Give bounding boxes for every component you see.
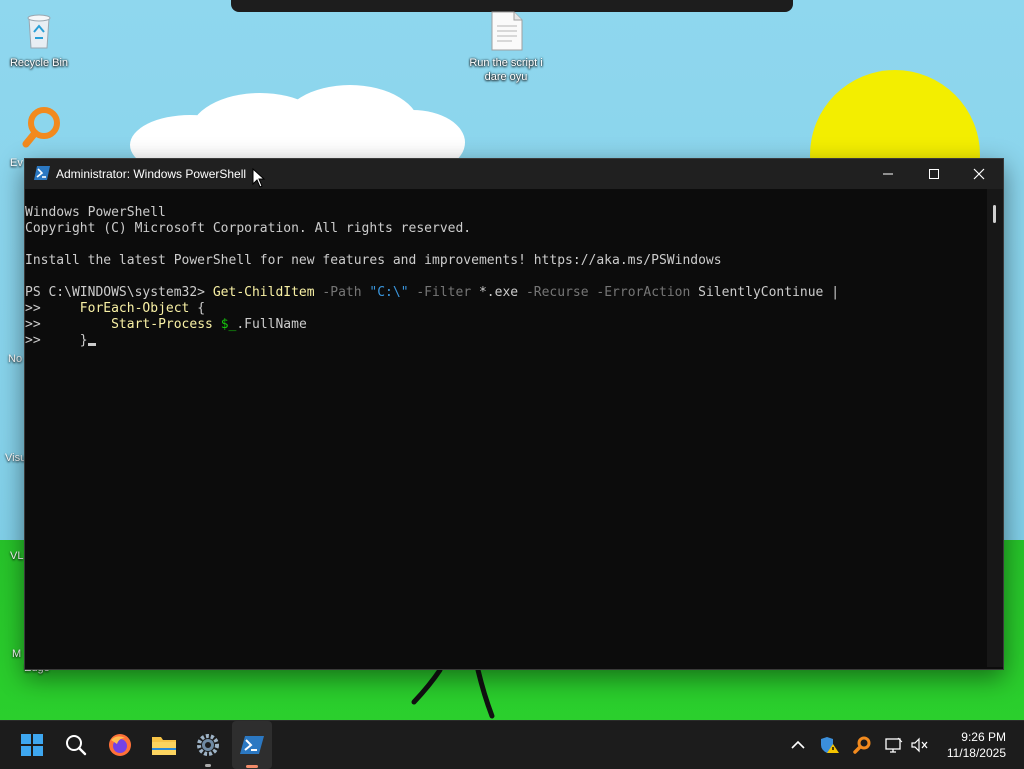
firefox-icon: [109, 734, 131, 756]
maximize-button[interactable]: [911, 159, 957, 189]
network-icon: [885, 737, 903, 753]
taskbar-file-explorer[interactable]: [144, 721, 184, 769]
text-cursor: [87, 343, 96, 346]
value-token: SilentlyContinue: [698, 285, 824, 300]
search-tool-icon: [853, 736, 871, 754]
maximize-icon: [929, 169, 939, 179]
desktop-icon-label: VL: [10, 550, 24, 562]
pipe-token: |: [831, 285, 840, 300]
continuation-line: >> ForEach-Object {: [25, 301, 987, 317]
continuation-line: >> Start-Process $_.FullName: [25, 317, 987, 333]
terminal-line: Windows PowerShell: [25, 205, 987, 221]
mouse-pointer-icon: [252, 168, 266, 188]
window-titlebar[interactable]: Administrator: Windows PowerShell: [25, 159, 1003, 189]
param-token: -Recurse: [525, 285, 589, 300]
start-button[interactable]: [12, 721, 52, 769]
desktop-icon-recycle-bin[interactable]: Recycle Bin: [1, 10, 77, 70]
system-clock[interactable]: 9:26 PM 11/18/2025: [947, 729, 1006, 761]
taskbar-powershell[interactable]: [232, 721, 272, 769]
param-token: -ErrorAction: [596, 285, 691, 300]
desktop-icon-label: Run the script i dare oyu: [469, 57, 543, 83]
desktop-icon-label: No: [8, 353, 23, 365]
close-button[interactable]: [956, 159, 1002, 189]
tray-volume[interactable]: [905, 721, 935, 769]
desktop-icon-script-file[interactable]: Run the script i dare oyu: [468, 10, 544, 84]
clock-date: 11/18/2025: [946, 746, 1006, 760]
settings-icon: [197, 734, 219, 756]
continuation-prompt: >>: [25, 333, 41, 348]
param-token: -Path: [322, 285, 362, 300]
terminal-line: Copyright (C) Microsoft Corporation. All…: [25, 221, 987, 237]
vertical-scrollbar[interactable]: [987, 189, 1003, 667]
value-token: *.exe: [478, 285, 519, 300]
terminal-line: Install the latest PowerShell for new fe…: [25, 253, 987, 269]
text-file-icon: [491, 11, 523, 51]
tray-search-tool[interactable]: [847, 721, 877, 769]
cmdlet-token: ForEach-Object: [79, 301, 190, 316]
volume-muted-icon: [911, 737, 928, 753]
window-title: Administrator: Windows PowerShell: [56, 167, 247, 181]
running-indicator: [205, 764, 211, 767]
brace-token: {: [197, 301, 206, 316]
cmdlet-token: Get-ChildItem: [212, 285, 315, 300]
cmdlet-token: Start-Process: [111, 317, 213, 332]
chevron-up-icon: [791, 740, 805, 749]
powershell-icon: [34, 166, 50, 180]
prompt-text: PS C:\WINDOWS\system32>: [25, 285, 213, 300]
param-token: -Filter: [416, 285, 472, 300]
terminal-text: Install the latest PowerShell for new fe…: [25, 253, 722, 268]
search-button[interactable]: [56, 721, 96, 769]
taskbar: 9:26 PM 11/18/2025: [0, 720, 1024, 769]
file-explorer-icon: [152, 737, 176, 755]
brace-token: }: [79, 333, 88, 348]
terminal-text: Windows PowerShell: [25, 205, 166, 220]
continuation-prompt: >>: [25, 301, 41, 316]
show-hidden-icons-button[interactable]: [783, 721, 813, 769]
variable-token: $_: [220, 317, 237, 332]
continuation-prompt: >>: [25, 317, 41, 332]
clock-time: 9:26 PM: [961, 730, 1006, 744]
minimize-button[interactable]: [865, 159, 911, 189]
member-token: .FullName: [236, 317, 307, 332]
search-icon: [66, 735, 87, 756]
terminal-text: Copyright (C) Microsoft Corporation. All…: [25, 221, 472, 236]
command-line: PS C:\WINDOWS\system32> Get-ChildItem -P…: [25, 285, 987, 301]
terminal-output[interactable]: Windows PowerShell Copyright (C) Microsof…: [25, 189, 987, 667]
taskbar-firefox[interactable]: [100, 721, 140, 769]
desktop-icon-label: Ev: [10, 157, 23, 169]
minimize-icon: [883, 173, 893, 175]
continuation-line: >> }: [25, 333, 987, 349]
taskbar-settings[interactable]: [188, 721, 228, 769]
desktop-icon-label: M: [12, 648, 22, 660]
close-icon: [973, 168, 985, 180]
security-warning-icon: [821, 737, 839, 753]
string-token: "C:\": [369, 285, 409, 300]
tray-security[interactable]: [815, 721, 845, 769]
start-icon: [21, 734, 43, 756]
powershell-window[interactable]: Administrator: Windows PowerShell Window…: [24, 158, 1004, 670]
scrollbar-thumb[interactable]: [993, 205, 996, 223]
recycle-bin-icon: [27, 14, 51, 49]
everything-search-icon[interactable]: [22, 106, 64, 150]
desktop-icon-label: Recycle Bin: [9, 57, 69, 69]
powershell-icon: [240, 736, 264, 754]
